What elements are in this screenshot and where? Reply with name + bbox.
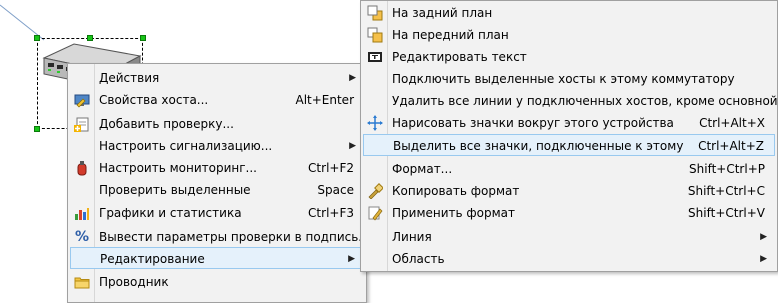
menu-item-label: Подключить выделенные хосты к этому комм… xyxy=(392,72,735,86)
copy-format-icon xyxy=(368,183,383,199)
send-to-back-icon xyxy=(367,5,383,21)
menu-item-remove-lines[interactable]: Удалить все линии у подключенных хостов,… xyxy=(363,90,778,112)
menu-item-format[interactable]: Формат... Shift+Ctrl+P xyxy=(363,158,775,180)
menu-item-label: Редактирование xyxy=(100,252,205,266)
menu-item-apply-format[interactable]: Применить формат Shift+Ctrl+V xyxy=(363,202,775,224)
submenu-arrow-icon: ▶ xyxy=(348,254,355,264)
menu-item-edit-text[interactable]: Редактировать текст xyxy=(363,46,775,68)
charts-icon xyxy=(75,208,89,220)
menu-item-shortcut: Shift+Ctrl+P xyxy=(689,162,765,176)
menu-item-area[interactable]: Область ▶ xyxy=(363,248,775,270)
menu-item-label: Настроить сигнализацию... xyxy=(99,139,273,153)
menu-item-add-check[interactable]: Добавить проверку... xyxy=(70,113,364,135)
menu-item-send-to-back[interactable]: На задний план xyxy=(363,2,775,24)
menu-item-label: Формат... xyxy=(392,162,453,176)
menu-item-label: Нарисовать значки вокруг этого устройств… xyxy=(392,116,674,130)
menu-item-configure-alerts[interactable]: Настроить сигнализацию... ▶ xyxy=(70,135,364,157)
menu-item-label: Применить формат xyxy=(392,206,516,220)
menu-item-check-params-to-label[interactable]: % Вывести параметры проверки в подпись..… xyxy=(70,226,370,248)
menu-item-select-connected-icons[interactable]: Выделить все значки, подключенные к этом… xyxy=(363,134,775,156)
menu-item-label: Настроить мониторинг... xyxy=(99,161,257,175)
menu-item-label: На задний план xyxy=(392,6,493,20)
menu-item-label: Добавить проверку... xyxy=(99,117,234,131)
menu-item-shortcut: Ctrl+F3 xyxy=(308,206,354,220)
arrange-around-icon xyxy=(367,115,383,131)
submenu-arrow-icon: ▶ xyxy=(349,73,356,83)
menu-item-shortcut: Ctrl+F2 xyxy=(308,161,354,175)
menu-item-check-selected[interactable]: Проверить выделенные Space xyxy=(70,179,364,201)
menu-item-host-properties[interactable]: Свойства хоста... Alt+Enter xyxy=(70,89,364,111)
menu-item-actions[interactable]: Действия ▶ xyxy=(70,67,364,89)
menu-item-label: Проверить выделенные xyxy=(99,183,251,197)
menu-item-label: Свойства хоста... xyxy=(99,93,209,107)
host-properties-icon xyxy=(74,94,90,108)
menu-item-shortcut: Alt+Enter xyxy=(295,93,354,107)
menu-item-label: Выделить все значки, подключенные к этом… xyxy=(393,139,684,153)
menu-item-editing[interactable]: Редактирование ▶ xyxy=(70,247,364,269)
menu-item-label: Удалить все линии у подключенных хостов,… xyxy=(392,94,778,108)
menu-item-shortcut: Ctrl+Alt+Z xyxy=(698,139,764,153)
submenu-arrow-icon: ▶ xyxy=(760,254,767,264)
edit-text-icon xyxy=(368,52,382,62)
submenu-arrow-icon: ▶ xyxy=(760,232,767,242)
menu-item-shortcut: Ctrl+Alt+X xyxy=(699,116,765,130)
menu-item-label: Графики и статистика xyxy=(99,206,242,220)
menu-item-explorer[interactable]: Проводник xyxy=(70,271,364,293)
menu-item-charts-statistics[interactable]: Графики и статистика Ctrl+F3 xyxy=(70,202,364,224)
menu-item-copy-format[interactable]: Копировать формат Shift+Ctrl+C xyxy=(363,180,775,202)
menu-item-label: Вывести параметры проверки в подпись... xyxy=(99,230,370,244)
menu-item-label: Проводник xyxy=(99,275,169,289)
bring-to-front-icon xyxy=(367,27,383,43)
percent-icon: % xyxy=(74,229,90,245)
explorer-folder-icon xyxy=(74,277,90,289)
menu-item-arrange-icons-around[interactable]: Нарисовать значки вокруг этого устройств… xyxy=(363,112,775,134)
submenu-arrow-icon: ▶ xyxy=(349,141,356,151)
menu-item-shortcut: Space xyxy=(317,183,354,197)
context-menu: Действия ▶ Свойства хоста... Alt+Enter Д… xyxy=(67,63,370,303)
menu-item-shortcut: Shift+Ctrl+V xyxy=(688,206,765,220)
apply-format-icon xyxy=(368,206,383,221)
menu-item-shortcut: Shift+Ctrl+C xyxy=(687,184,765,198)
menu-item-bring-to-front[interactable]: На передний план xyxy=(363,24,775,46)
menu-item-configure-monitoring[interactable]: Настроить мониторинг... Ctrl+F2 xyxy=(70,157,364,179)
add-check-icon xyxy=(74,117,89,132)
menu-item-connect-selected-hosts[interactable]: Подключить выделенные хосты к этому комм… xyxy=(363,68,775,90)
menu-item-label: Область xyxy=(392,252,445,266)
menu-item-label: Редактировать текст xyxy=(392,50,527,64)
menu-item-line[interactable]: Линия ▶ xyxy=(363,226,775,248)
editing-submenu: На задний план На передний план Редактир… xyxy=(360,0,778,272)
menu-item-label: Линия xyxy=(392,230,432,244)
menu-item-label: Действия xyxy=(99,71,160,85)
monitoring-icon xyxy=(77,161,87,176)
menu-item-label: Копировать формат xyxy=(392,184,520,198)
menu-item-label: На передний план xyxy=(392,28,509,42)
